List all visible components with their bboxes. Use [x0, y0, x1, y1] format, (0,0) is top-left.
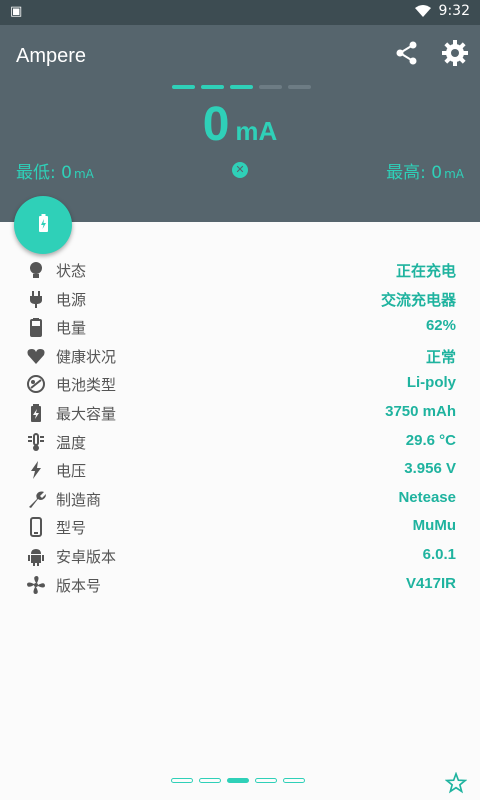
battery-charging-icon: [39, 214, 48, 232]
info-row: 健康状况 正常: [0, 342, 480, 370]
share-icon[interactable]: [393, 39, 421, 67]
bolt-icon: [31, 461, 41, 480]
level-dash: [230, 85, 253, 89]
info-label: 电源: [56, 290, 87, 309]
gear-icon[interactable]: [441, 39, 469, 67]
current-unit: mA: [235, 116, 278, 146]
star-icon[interactable]: [445, 772, 467, 794]
info-value: 交流充电器: [380, 291, 456, 309]
info-value: 62%: [425, 317, 456, 335]
min-unit: mA: [73, 167, 94, 181]
info-value: V417IR: [405, 574, 456, 592]
info-row: 状态 正在充电: [0, 256, 480, 284]
page-dot[interactable]: [227, 778, 249, 783]
info-value: 3750 mAh: [385, 403, 456, 420]
wifi-icon: [414, 4, 431, 17]
info-label: 安卓版本: [56, 548, 117, 566]
header: Ampere 0 mA 最低: 0 mA ✕ 最高: 0 mA: [0, 25, 480, 222]
info-row: 电压 3.956 V: [0, 456, 480, 484]
info-row: 电源 交流充电器: [0, 285, 480, 313]
wrench-icon: [29, 491, 46, 508]
heart-icon: [27, 348, 45, 364]
info-value: 正常: [425, 348, 456, 366]
info-label: 制造商: [56, 490, 102, 509]
info-value: MuMu: [412, 517, 456, 535]
max-readout: 最高: 0 mA: [386, 158, 464, 183]
level-dash: [288, 85, 311, 89]
info-label: 温度: [56, 433, 87, 452]
current-value: 0: [202, 98, 230, 151]
status-bar: ▣ 9:32: [0, 0, 480, 25]
app-title: Ampere: [16, 45, 87, 67]
max-unit: mA: [444, 167, 464, 181]
info-label: 电池类型: [56, 376, 117, 395]
info-value: 29.6 °C: [405, 431, 456, 449]
max-label: 最高: 0: [386, 163, 443, 183]
page-indicator: [171, 778, 305, 783]
info-row: 电池类型 Li-poly: [0, 370, 480, 398]
page-dot[interactable]: [283, 778, 305, 783]
info-value: Netease: [398, 488, 456, 506]
android-icon: [28, 549, 44, 566]
info-value: 正在充电: [395, 263, 456, 280]
info-label: 最大容量: [56, 405, 117, 423]
info-row: 型号 MuMu: [0, 513, 480, 541]
page-dot[interactable]: [255, 778, 277, 783]
fan-icon: [27, 575, 45, 594]
chemistry-icon: [27, 375, 45, 394]
phone-icon: [30, 517, 42, 538]
info-row: 版本号 V417IR: [0, 571, 480, 599]
notification-icon: ▣: [10, 4, 23, 19]
battery-icon: [30, 318, 42, 338]
min-label: 最低: 0: [16, 163, 72, 183]
info-label: 电压: [56, 462, 87, 481]
level-dash: [201, 85, 224, 89]
info-label: 健康状况: [56, 347, 117, 366]
info-label: 版本号: [56, 576, 102, 595]
battery-charging-icon: [31, 404, 41, 422]
info-row: 电量 62%: [0, 313, 480, 341]
current-readout: 0 mA: [0, 97, 480, 152]
info-value: 3.956 V: [404, 460, 456, 478]
thermometer-icon: [28, 432, 44, 451]
info-row: 制造商 Netease: [0, 485, 480, 513]
info-value: 6.0.1: [422, 546, 456, 563]
level-dash: [172, 85, 195, 89]
info-label: 状态: [56, 262, 87, 280]
info-row: 温度 29.6 °C: [0, 428, 480, 456]
info-value: Li-poly: [406, 374, 456, 392]
level-indicator: [172, 85, 311, 89]
info-label: 电量: [56, 319, 87, 338]
clock: 9:32: [438, 3, 470, 19]
info-row: 最大容量 3750 mAh: [0, 399, 480, 427]
info-label: 型号: [56, 519, 87, 538]
battery-fab-button[interactable]: [14, 196, 72, 254]
page-dot[interactable]: [171, 778, 193, 783]
level-dash: [259, 85, 282, 89]
plug-icon: [30, 290, 42, 308]
status-right: 9:32: [414, 3, 470, 19]
min-readout: 最低: 0 mA: [16, 158, 94, 183]
page-dot[interactable]: [199, 778, 221, 783]
lightbulb-icon: [30, 262, 42, 278]
info-row: 安卓版本 6.0.1: [0, 542, 480, 570]
reset-icon[interactable]: ✕: [232, 162, 248, 178]
